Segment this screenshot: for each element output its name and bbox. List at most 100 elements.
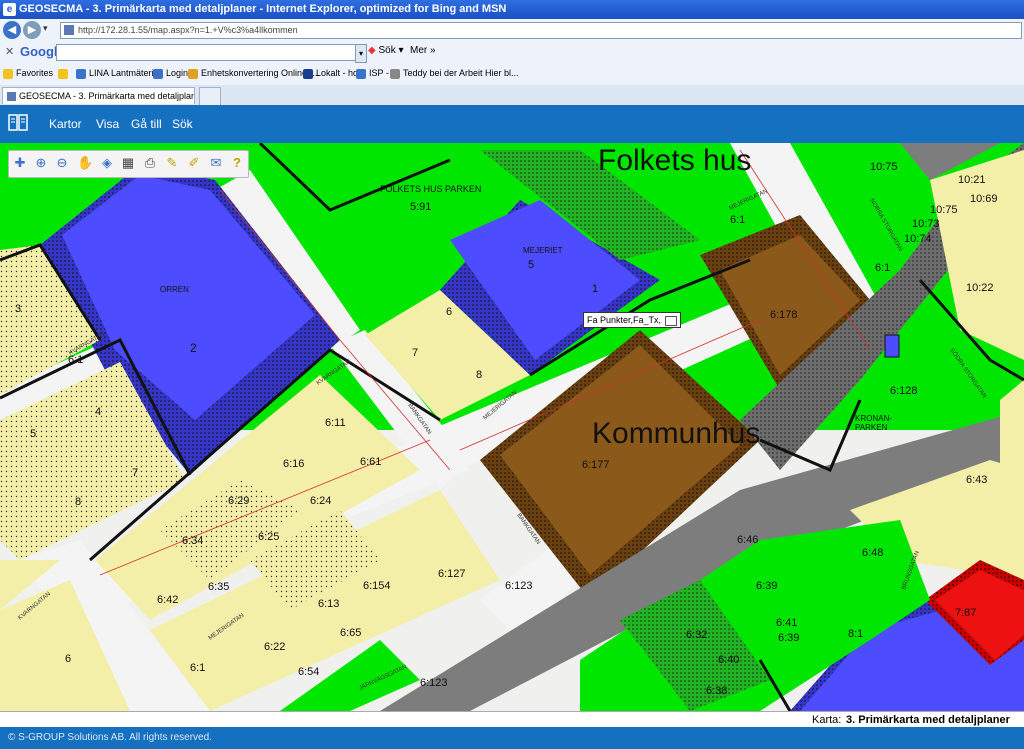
chevron-down-icon[interactable]: ▾ (355, 44, 367, 63)
pan-hand-icon[interactable]: ✋ (77, 155, 93, 171)
map-canvas[interactable]: Folkets hus Kommunhus FOLKETS HUS PARKEN… (0, 143, 1024, 711)
forward-icon[interactable]: ▶ (23, 21, 41, 39)
window-titlebar: e GEOSECMA - 3. Primärkarta med detaljpla… (0, 0, 1024, 19)
label-parcel: 5 (528, 259, 534, 271)
mail-icon[interactable]: ✉ (208, 155, 224, 171)
label-parcel: 6:39 (756, 580, 777, 592)
label-parcel: 8:1 (848, 628, 863, 640)
site-icon (64, 25, 74, 35)
measure-icon[interactable]: ✎ (164, 155, 180, 171)
label-parcel: 6:25 (258, 531, 279, 543)
label-parcel: 6:43 (966, 474, 987, 486)
fav-lokalt[interactable]: Lokalt - hd (303, 68, 358, 79)
google-icon: ◆ (368, 45, 376, 56)
label-parcel: 6:11 (325, 417, 346, 429)
app-header: Kartor Visa Gå till Sök (0, 105, 1024, 143)
help-icon[interactable]: ? (229, 155, 245, 171)
map-view[interactable]: Folkets hus Kommunhus FOLKETS HUS PARKEN… (0, 143, 1024, 711)
label-parcel: 6:39 (778, 632, 799, 644)
menu-sok[interactable]: Sök (172, 117, 193, 131)
favorites-label: Favorites (16, 68, 54, 78)
tab-bar: GEOSECMA - 3. Primärkarta med detaljplan… (0, 85, 1024, 106)
chevron-down-icon[interactable]: ▾ (43, 23, 48, 34)
back-icon[interactable]: ◀ (3, 21, 21, 39)
fav-label: Lokalt - hd (316, 68, 359, 78)
fav-teddy[interactable]: Teddy bei der Arbeit Hier bl... (390, 68, 519, 79)
more-label: Mer (410, 45, 428, 56)
new-tab-button[interactable] (199, 87, 221, 106)
google-search-input[interactable] (56, 44, 364, 61)
label-folkets-hus: Folkets hus (598, 144, 751, 177)
google-search-button[interactable]: ◆ Sök ▾ (368, 45, 404, 56)
zoom-out-icon[interactable]: ⊖ (54, 155, 70, 171)
edit-icon[interactable]: ✐ (186, 155, 202, 171)
fav-label: Login (166, 68, 189, 78)
tooltip-box-icon[interactable] (665, 315, 678, 326)
tab-title: GEOSECMA - 3. Primärkarta med detaljplan… (19, 91, 195, 101)
shield-icon (390, 68, 400, 79)
label-orren: ORREN (160, 285, 189, 294)
label-park: FOLKETS HUS PARKEN (380, 184, 481, 194)
label-mejeriet: MEJERIET (523, 246, 563, 255)
label-parcel: 6 (65, 653, 71, 665)
table-icon[interactable]: ▦ (120, 155, 136, 171)
fav-label: ISP - (369, 68, 389, 78)
label-parcel: 6:16 (283, 458, 304, 470)
label-kronan: PARKEN (855, 423, 888, 432)
menu-visa[interactable]: Visa (96, 117, 119, 131)
star-icon (3, 68, 13, 79)
label-parcel: 6:65 (340, 627, 361, 639)
fav-login[interactable]: Login (153, 68, 188, 79)
ie-icon: e (3, 3, 16, 16)
star-add-icon (58, 68, 68, 79)
label-parcel: 10:75 (930, 204, 958, 216)
menu-ga-till[interactable]: Gå till (131, 117, 162, 131)
more-chevron: » (430, 45, 436, 56)
fav-lina[interactable]: LINA Lantmäteriet (76, 68, 161, 79)
zoom-in-icon[interactable]: ⊕ (33, 155, 49, 171)
tooltip-text: Fa Punkter,Fa_Tx, (587, 315, 662, 325)
label-parcel: 8 (75, 496, 81, 508)
fav-enhet[interactable]: Enhetskonvertering Online -... (188, 68, 320, 79)
menu-kartor[interactable]: Kartor (49, 117, 82, 131)
label-kronan: KRONAN- (855, 414, 892, 423)
ie-page-icon (356, 68, 366, 79)
label-parcel: 6:127 (438, 568, 466, 580)
pan-zoom-icon[interactable]: ✚ (12, 155, 28, 171)
fav-isp[interactable]: ISP - (356, 68, 389, 79)
google-search-label: Sök (378, 45, 396, 56)
label-parcel: 6:41 (776, 617, 797, 629)
label-parcel: 6:35 (208, 581, 229, 593)
label-parcel: 6:22 (264, 641, 285, 653)
label-parcel: 6:177 (582, 459, 610, 471)
map-tooltip: Fa Punkter,Fa_Tx, (583, 312, 682, 328)
label-parcel: 2 (190, 341, 197, 355)
label-parcel: 7 (412, 347, 418, 359)
more-button[interactable]: Mer » (410, 45, 436, 56)
close-icon[interactable]: ✕ (5, 45, 14, 58)
label-parcel: 10:69 (970, 193, 998, 205)
label-parcel: 4 (95, 406, 101, 418)
map-label: Karta: (812, 714, 842, 726)
label-parcel: 3 (15, 303, 21, 315)
label-parcel: 6:29 (228, 495, 249, 507)
label-parcel: 10:73 (912, 218, 940, 230)
label-parcel: 7 (132, 467, 138, 479)
print-icon[interactable]: ⎙ (142, 155, 158, 171)
label-parcel: 5 (30, 428, 36, 440)
map-name: 3. Primärkarta med detaljplaner (846, 714, 1010, 726)
label-parcel: 6:46 (737, 534, 758, 546)
layers-icon[interactable]: ◈ (99, 155, 115, 171)
favorites-button[interactable]: Favorites (3, 68, 53, 79)
fav-add-icon[interactable] (58, 68, 71, 79)
tab-geosecma[interactable]: GEOSECMA - 3. Primärkarta med detaljplan… (2, 87, 195, 104)
small-building (884, 334, 900, 358)
address-field[interactable]: http://172.28.1.55/map.aspx?n=1.+V%c3%a4… (60, 22, 1022, 39)
label-parcel: 6:54 (298, 666, 319, 678)
label-parcel: 10:22 (966, 282, 994, 294)
label-parcel: 6:34 (182, 535, 203, 547)
ie-page-icon (76, 68, 86, 79)
label-parcel: 7:87 (955, 607, 976, 619)
label-parcel: 10:74 (904, 233, 932, 245)
label-parcel: 5:91 (410, 201, 431, 213)
